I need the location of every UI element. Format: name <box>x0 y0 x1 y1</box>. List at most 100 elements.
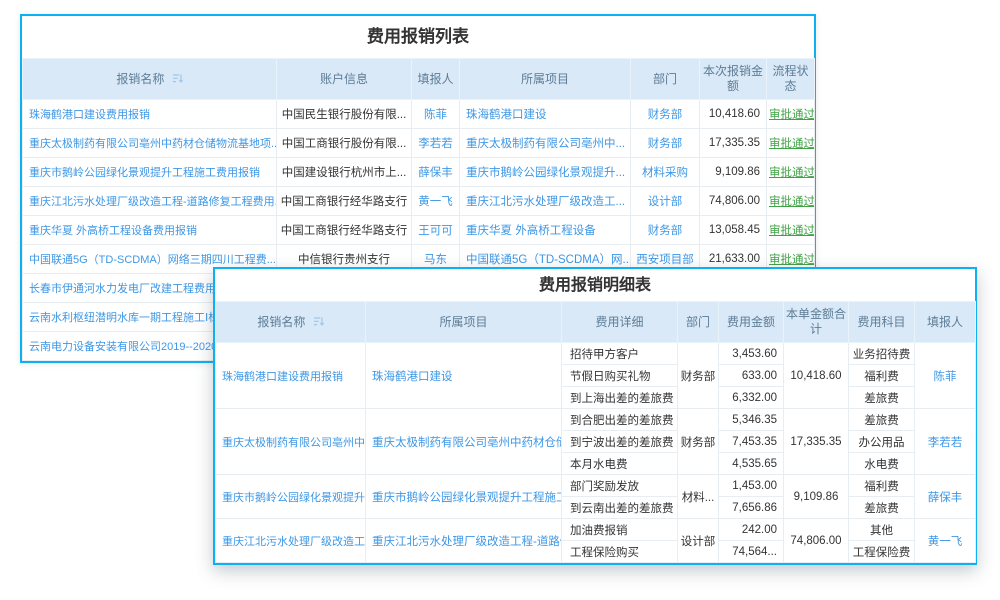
page: 费用报销列表 报销名称 账户信息 填报人 <box>0 0 1000 600</box>
reporter-link[interactable]: 黄一飞 <box>915 519 976 563</box>
col-header-dept: 部门 <box>631 59 700 100</box>
report-name-link[interactable]: 重庆华夏 外高桥工程设备费用报销 <box>23 216 277 245</box>
col-header-amount: 本次报销金额 <box>700 59 767 100</box>
account-cell: 中国工商银行经华路支行 <box>277 216 412 245</box>
subject-cell: 差旅费 <box>849 387 915 409</box>
status-link[interactable]: 审批通过 <box>767 100 815 129</box>
reporter-link[interactable]: 薛保丰 <box>412 158 460 187</box>
col-header-report-name[interactable]: 报销名称 <box>216 302 366 343</box>
dept-cell: 财务部 <box>678 409 719 475</box>
report-name-link[interactable]: 重庆江北污水处理厂级改造工程- <box>216 519 366 563</box>
table-row: 重庆华夏 外高桥工程设备费用报销 中国工商银行经华路支行 王可可 重庆华夏 外高… <box>23 216 815 245</box>
detail-cell: 加油费报销 <box>562 519 678 541</box>
table-row: 重庆太极制药有限公司亳州中药材 重庆太极制药有限公司亳州中药材仓储物流 到合肥出… <box>216 409 976 431</box>
col-header-report-name-label: 报销名称 <box>257 315 305 329</box>
dept-link[interactable]: 财务部 <box>631 129 700 158</box>
expense-detail-title: 费用报销明细表 <box>215 269 975 301</box>
sort-icon[interactable] <box>172 73 183 84</box>
report-name-link[interactable]: 珠海鹤港口建设费用报销 <box>23 100 277 129</box>
table-row: 珠海鹤港口建设费用报销 中国民生银行股份有限... 陈菲 珠海鹤港口建设 财务部… <box>23 100 815 129</box>
table-row: 重庆市鹅岭公园绿化景观提升工程施工费用报销 中国建设银行杭州市上... 薛保丰 … <box>23 158 815 187</box>
subject-cell: 水电费 <box>849 453 915 475</box>
report-name-link[interactable]: 珠海鹤港口建设费用报销 <box>216 343 366 409</box>
status-link[interactable]: 审批通过 <box>767 129 815 158</box>
project-link[interactable]: 重庆太极制药有限公司亳州中药材仓储物流 <box>366 409 562 475</box>
status-link[interactable]: 审批通过 <box>767 187 815 216</box>
report-name-link[interactable]: 重庆市鹅岭公园绿化景观提升工程 <box>216 475 366 519</box>
col-header-project: 所属项目 <box>460 59 631 100</box>
report-name-link[interactable]: 重庆市鹅岭公园绿化景观提升工程施工费用报销 <box>23 158 277 187</box>
fee-amount-cell: 1,453.00 <box>719 475 784 497</box>
project-link[interactable]: 珠海鹤港口建设 <box>366 343 562 409</box>
reporter-link[interactable]: 黄一飞 <box>412 187 460 216</box>
report-name-link[interactable]: 重庆太极制药有限公司亳州中药材仓储物流基地项... <box>23 129 277 158</box>
status-link[interactable]: 审批通过 <box>767 158 815 187</box>
total-cell: 9,109.86 <box>784 475 849 519</box>
detail-cell: 到云南出差的差旅费 <box>562 497 678 519</box>
report-name-link[interactable]: 重庆江北污水处理厂级改造工程-道路修复工程费用... <box>23 187 277 216</box>
expense-detail-table: 报销名称 所属项目 费用详细 部门 费用金额 本单金额合计 费用科目 填报人 <box>215 301 976 563</box>
expense-list-title: 费用报销列表 <box>22 16 814 58</box>
status-link[interactable]: 审批通过 <box>767 216 815 245</box>
project-link[interactable]: 重庆太极制药有限公司亳州中... <box>460 129 631 158</box>
detail-cell: 工程保险购买 <box>562 541 678 563</box>
subject-cell: 工程保险费 <box>849 541 915 563</box>
project-link[interactable]: 重庆华夏 外高桥工程设备 <box>460 216 631 245</box>
table-row: 重庆江北污水处理厂级改造工程-道路修复工程费用... 中国工商银行经华路支行 黄… <box>23 187 815 216</box>
project-link[interactable]: 珠海鹤港口建设 <box>460 100 631 129</box>
fee-amount-cell: 4,535.65 <box>719 453 784 475</box>
table-row: 重庆江北污水处理厂级改造工程- 重庆江北污水处理厂级改造工程-道路修复工 加油费… <box>216 519 976 541</box>
col-header-reporter: 填报人 <box>915 302 976 343</box>
table-row: 重庆太极制药有限公司亳州中药材仓储物流基地项... 中国工商银行股份有限... … <box>23 129 815 158</box>
account-cell: 中国建设银行杭州市上... <box>277 158 412 187</box>
dept-cell: 材料... <box>678 475 719 519</box>
project-link[interactable]: 重庆市鹅岭公园绿化景观提升工程施工 <box>366 475 562 519</box>
fee-amount-cell: 242.00 <box>719 519 784 541</box>
account-cell: 中国工商银行股份有限... <box>277 129 412 158</box>
account-cell: 中国工商银行经华路支行 <box>277 187 412 216</box>
col-header-reporter: 填报人 <box>412 59 460 100</box>
col-header-account: 账户信息 <box>277 59 412 100</box>
fee-amount-cell: 5,346.35 <box>719 409 784 431</box>
fee-amount-cell: 7,656.86 <box>719 497 784 519</box>
fee-amount-cell: 6,332.00 <box>719 387 784 409</box>
detail-cell: 到合肥出差的差旅费 <box>562 409 678 431</box>
report-name-link[interactable]: 重庆太极制药有限公司亳州中药材 <box>216 409 366 475</box>
amount-cell: 74,806.00 <box>700 187 767 216</box>
project-link[interactable]: 重庆江北污水处理厂级改造工程-道路修复工 <box>366 519 562 563</box>
total-cell: 17,335.35 <box>784 409 849 475</box>
dept-link[interactable]: 设计部 <box>631 187 700 216</box>
sort-icon[interactable] <box>313 316 324 327</box>
reporter-link[interactable]: 陈菲 <box>915 343 976 409</box>
expense-detail-header-row: 报销名称 所属项目 费用详细 部门 费用金额 本单金额合计 费用科目 填报人 <box>216 302 976 343</box>
subject-cell: 福利费 <box>849 475 915 497</box>
dept-link[interactable]: 财务部 <box>631 216 700 245</box>
reporter-link[interactable]: 王可可 <box>412 216 460 245</box>
col-header-dept: 部门 <box>678 302 719 343</box>
total-cell: 74,806.00 <box>784 519 849 563</box>
dept-cell: 设计部 <box>678 519 719 563</box>
amount-cell: 13,058.45 <box>700 216 767 245</box>
expense-detail-panel: 费用报销明细表 报销名称 所属项目 费用详细 <box>213 267 977 565</box>
project-link[interactable]: 重庆市鹅岭公园绿化景观提升... <box>460 158 631 187</box>
detail-cell: 本月水电费 <box>562 453 678 475</box>
project-link[interactable]: 重庆江北污水处理厂级改造工... <box>460 187 631 216</box>
reporter-link[interactable]: 薛保丰 <box>915 475 976 519</box>
detail-cell: 部门奖励发放 <box>562 475 678 497</box>
subject-cell: 差旅费 <box>849 409 915 431</box>
amount-cell: 10,418.60 <box>700 100 767 129</box>
table-row: 珠海鹤港口建设费用报销 珠海鹤港口建设 招待甲方客户 财务部 3,453.60 … <box>216 343 976 365</box>
subject-cell: 业务招待费 <box>849 343 915 365</box>
col-header-report-name-label: 报销名称 <box>116 72 164 86</box>
col-header-report-name[interactable]: 报销名称 <box>23 59 277 100</box>
col-header-project: 所属项目 <box>366 302 562 343</box>
reporter-link[interactable]: 李若若 <box>915 409 976 475</box>
dept-link[interactable]: 材料采购 <box>631 158 700 187</box>
detail-cell: 到上海出差的差旅费 <box>562 387 678 409</box>
col-header-total: 本单金额合计 <box>784 302 849 343</box>
dept-cell: 财务部 <box>678 343 719 409</box>
reporter-link[interactable]: 陈菲 <box>412 100 460 129</box>
expense-list-header-row: 报销名称 账户信息 填报人 所属项目 部门 本次报销金额 流程状态 <box>23 59 815 100</box>
dept-link[interactable]: 财务部 <box>631 100 700 129</box>
reporter-link[interactable]: 李若若 <box>412 129 460 158</box>
